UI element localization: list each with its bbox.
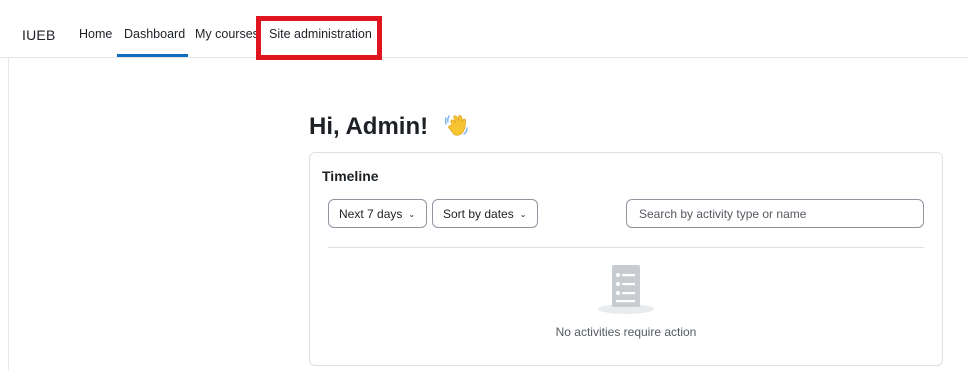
sort-label: Sort by dates — [443, 206, 514, 221]
drawer-edge — [8, 58, 9, 371]
timeline-title: Timeline — [322, 168, 379, 184]
dashboard-page: IUEB Home Dashboard My courses Site admi… — [0, 0, 968, 371]
nav-site-administration[interactable]: Site administration — [269, 27, 372, 41]
active-tab-indicator — [117, 54, 188, 57]
day-filter-label: Next 7 days — [339, 206, 403, 221]
timeline-sort-dropdown[interactable]: Sort by dates ⌄ — [432, 199, 538, 228]
nav-dashboard[interactable]: Dashboard — [124, 27, 185, 41]
activities-list-icon — [598, 265, 654, 314]
timeline-search-input[interactable] — [626, 199, 924, 228]
timeline-block: Timeline Next 7 days ⌄ Sort by dates ⌄ N… — [309, 152, 943, 366]
page-greeting: Hi, Admin! — [309, 113, 429, 140]
timeline-day-filter-dropdown[interactable]: Next 7 days ⌄ — [328, 199, 427, 228]
empty-state-message: No activities require action — [555, 325, 697, 339]
nav-home[interactable]: Home — [79, 27, 112, 41]
chevron-down-icon: ⌄ — [408, 209, 416, 219]
timeline-divider — [328, 247, 924, 248]
top-navbar: IUEB Home Dashboard My courses Site admi… — [0, 0, 968, 58]
chevron-down-icon: ⌄ — [519, 209, 527, 219]
waving-hand-icon — [444, 115, 468, 136]
nav-my-courses[interactable]: My courses — [195, 27, 259, 41]
site-brand[interactable]: IUEB — [22, 27, 55, 43]
